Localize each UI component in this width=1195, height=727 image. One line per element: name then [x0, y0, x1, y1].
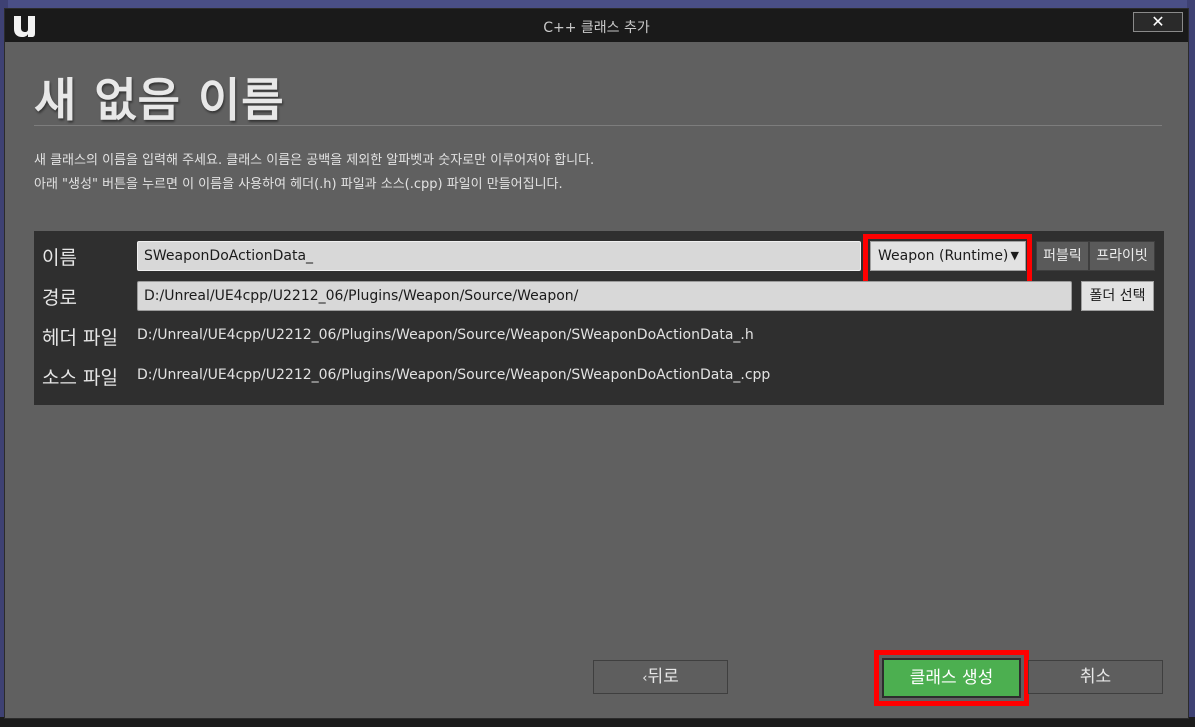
title-bar[interactable]: C++ 클래스 추가 ✕	[5, 9, 1188, 42]
description-line-1: 새 클래스의 이름을 입력해 주세요. 클래스 이름은 공백을 제외한 알파벳과…	[34, 153, 595, 168]
create-highlight-box	[874, 650, 1029, 706]
cancel-button[interactable]: 취소	[1028, 660, 1163, 694]
choose-folder-button[interactable]: 폴더 선택	[1081, 281, 1154, 311]
description-line-2: 아래 "생성" 버튼을 누르면 이 이름을 사용하여 헤더(.h) 파일과 소스…	[34, 177, 563, 192]
path-label: 경로	[42, 287, 77, 309]
back-button-label: 뒤로	[647, 667, 679, 687]
class-name-input[interactable]: SWeaponDoActionData_	[137, 241, 861, 271]
add-cpp-class-dialog: C++ 클래스 추가 ✕ 새 없음 이름 새 클래스의 이름을 입력해 주세요.…	[4, 8, 1189, 719]
page-title: 새 없음 이름	[34, 73, 285, 127]
heading-divider	[34, 125, 1162, 126]
window-title: C++ 클래스 추가	[543, 20, 650, 36]
source-file-label: 소스 파일	[42, 367, 118, 389]
public-toggle-button[interactable]: 퍼블릭	[1036, 241, 1089, 271]
header-file-label: 헤더 파일	[42, 327, 118, 349]
close-button[interactable]: ✕	[1133, 12, 1183, 32]
private-toggle-button[interactable]: 프라이빗	[1089, 241, 1155, 271]
description: 새 클래스의 이름을 입력해 주세요. 클래스 이름은 공백을 제외한 알파벳과…	[34, 149, 594, 197]
name-label: 이름	[42, 247, 77, 269]
path-input[interactable]: D:/Unreal/UE4cpp/U2212_06/Plugins/Weapon…	[137, 281, 1072, 311]
header-file-path: D:/Unreal/UE4cpp/U2212_06/Plugins/Weapon…	[137, 327, 754, 343]
class-settings-panel: 이름 SWeaponDoActionData_ Weapon (Runtime)…	[34, 231, 1164, 405]
back-button[interactable]: ‹뒤로	[593, 660, 728, 694]
source-file-path: D:/Unreal/UE4cpp/U2212_06/Plugins/Weapon…	[137, 367, 771, 383]
